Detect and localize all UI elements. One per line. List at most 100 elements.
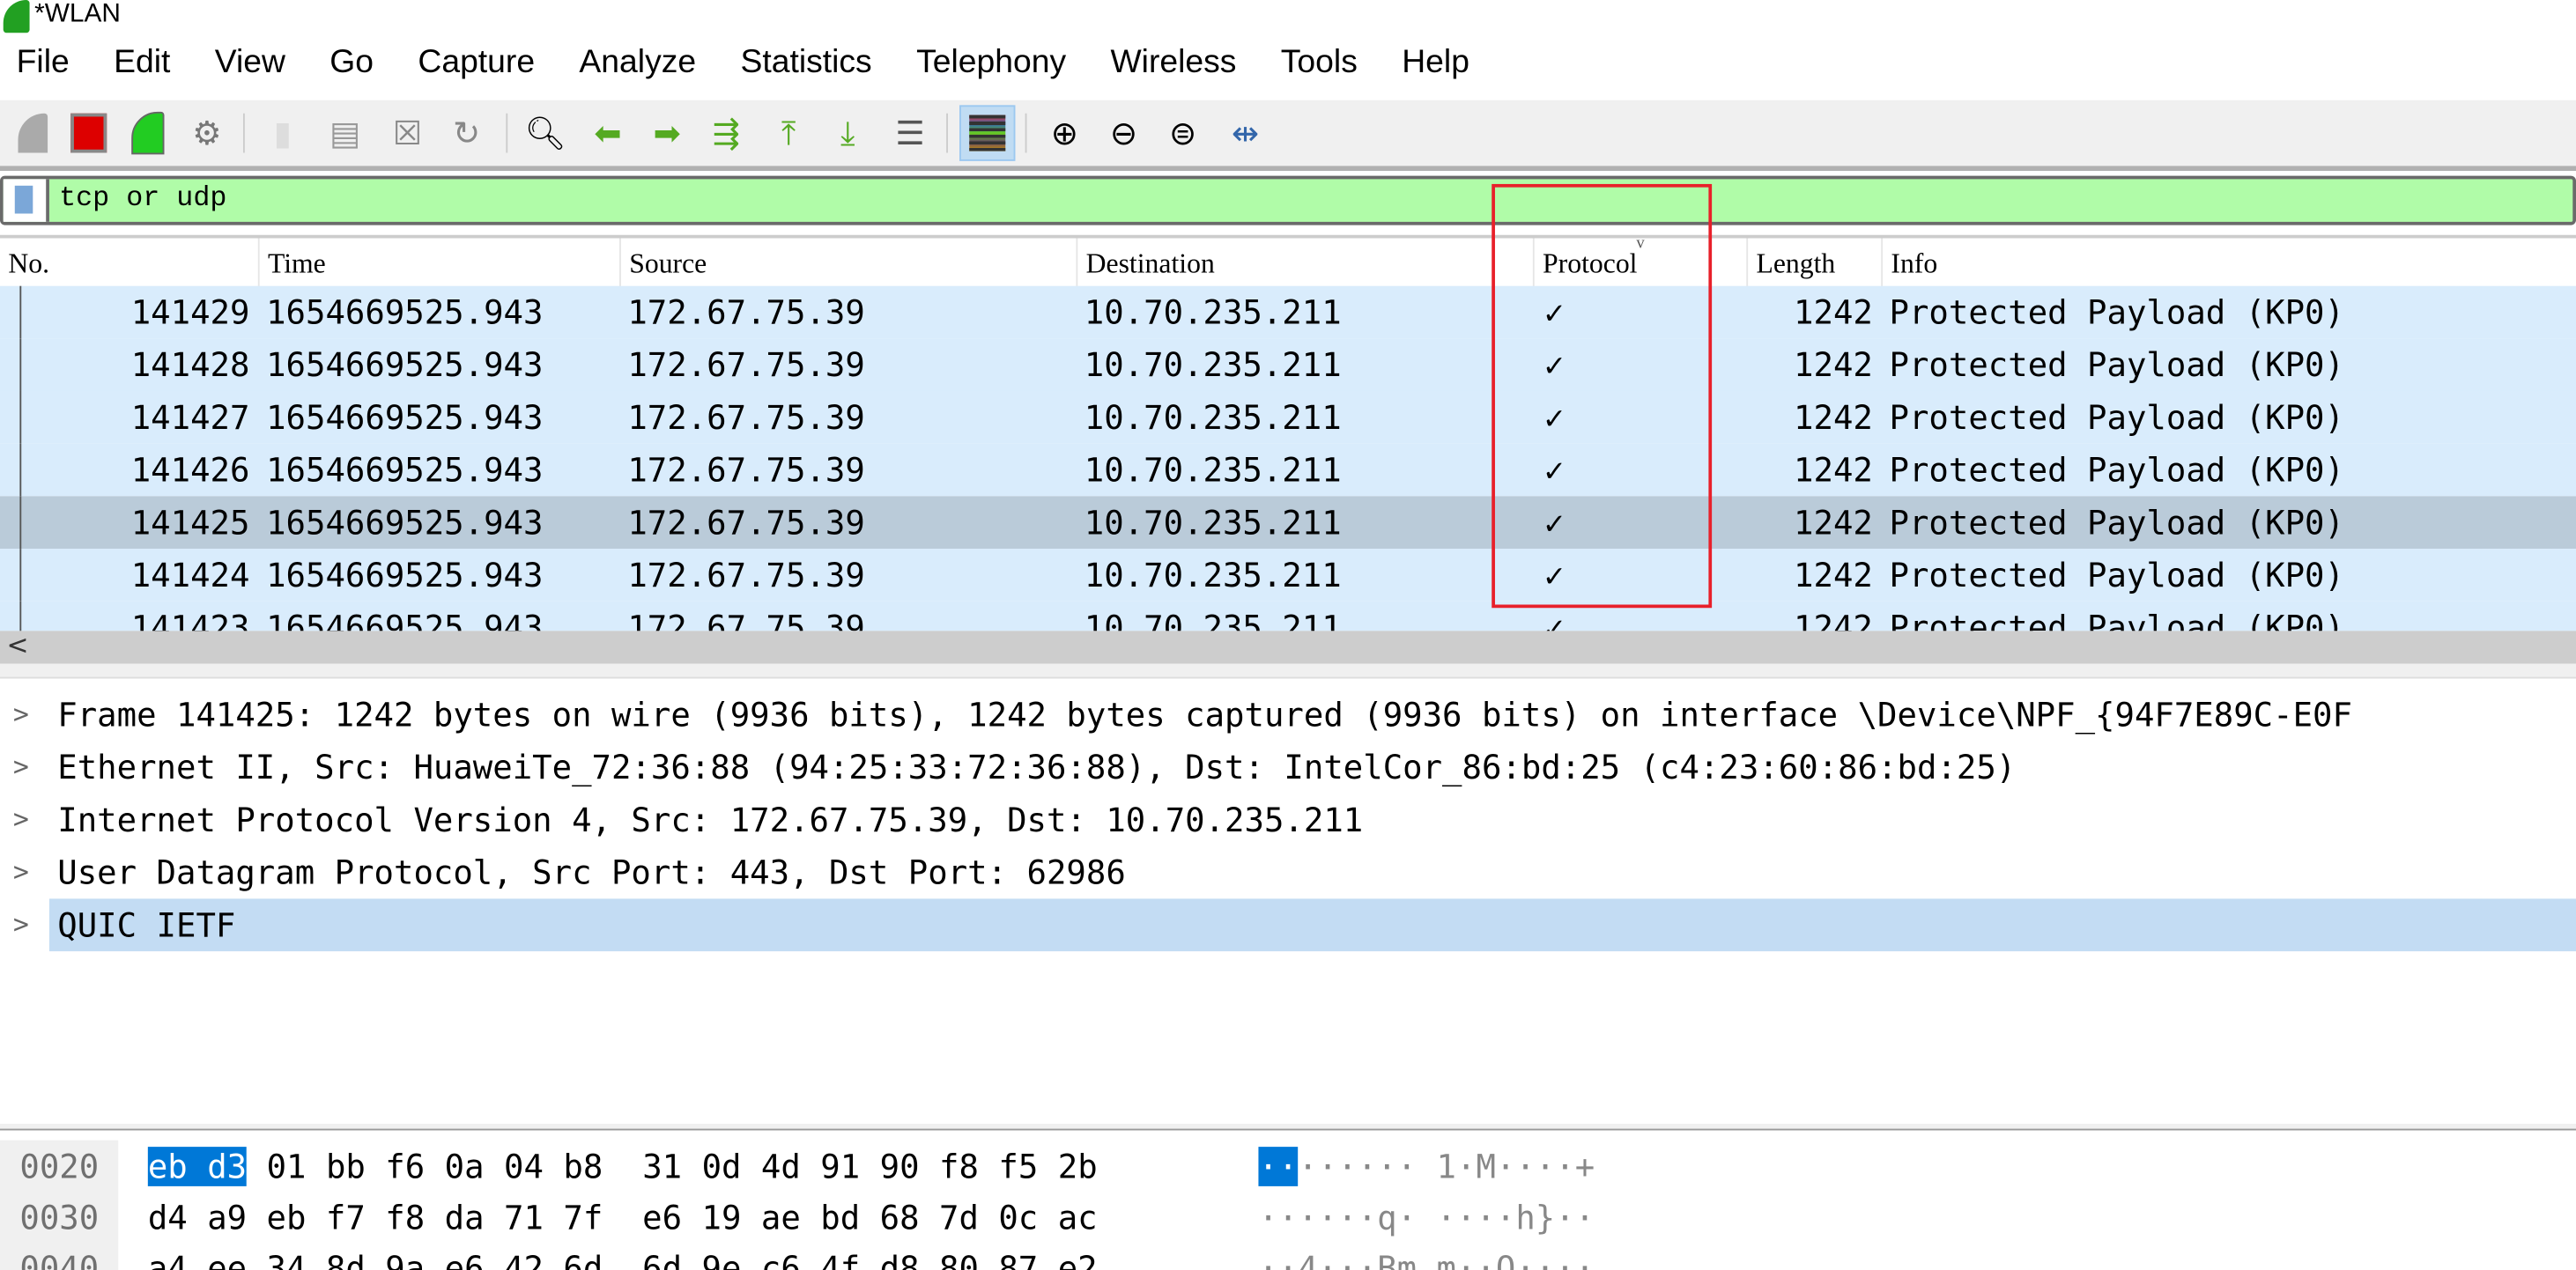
auto-scroll-icon[interactable]: ☰ xyxy=(887,110,933,156)
packet-no: 141423 xyxy=(130,608,250,631)
column-info[interactable]: Info xyxy=(1881,238,2576,290)
packet-length: 1242 xyxy=(1794,292,1873,332)
chevron-right-icon[interactable]: > xyxy=(13,794,29,846)
chevron-right-icon[interactable]: > xyxy=(13,846,29,899)
packet-details-tree: > Frame 141425: 1242 bytes on wire (9936 … xyxy=(0,689,2576,1124)
wireshark-logo-icon xyxy=(3,0,30,33)
menu-telephony[interactable]: Telephony xyxy=(916,44,1066,93)
normal-size-icon[interactable]: ⊜ xyxy=(1160,110,1206,156)
window-title: *WLAN xyxy=(34,0,121,28)
start-capture-icon[interactable] xyxy=(10,110,56,156)
open-file-icon[interactable]: ▮ xyxy=(260,110,306,156)
tree-line xyxy=(19,601,22,631)
column-time[interactable]: Time xyxy=(257,238,619,290)
menu-view[interactable]: View xyxy=(215,44,285,93)
detail-tree-item[interactable]: > Internet Protocol Version 4, Src: 172.6… xyxy=(0,794,2576,846)
packet-row[interactable]: 141423 1654669525.943 172.67.75.39 10.70.23… xyxy=(0,601,2576,631)
packet-no: 141424 xyxy=(130,555,250,595)
packet-row[interactable]: 141424 1654669525.943 172.67.75.39 10.70.23… xyxy=(0,549,2576,602)
menu-go[interactable]: Go xyxy=(329,44,374,93)
packet-row[interactable]: 141425 1654669525.943 172.67.75.39 10.70.23… xyxy=(0,496,2576,550)
hex-bytes-selected[interactable]: eb d3 xyxy=(147,1147,248,1186)
ascii-selected[interactable]: ·· xyxy=(1258,1147,1299,1186)
packet-info: Protected Payload (KP0) xyxy=(1889,344,2344,385)
packet-length: 1242 xyxy=(1794,397,1873,438)
packet-destination: 10.70.235.211 xyxy=(1084,292,1342,332)
menu-edit[interactable]: Edit xyxy=(114,44,170,93)
detail-tree-item[interactable]: > User Datagram Protocol, Src Port: 443, … xyxy=(0,846,2576,899)
colorize-icon[interactable] xyxy=(959,105,1016,161)
display-filter-bar[interactable]: tcp or udp xyxy=(0,175,2576,225)
last-packet-icon[interactable]: ⤓ xyxy=(825,110,870,156)
horizontal-scrollbar[interactable]: < xyxy=(0,629,2576,664)
hex-bytes[interactable]: a4 ee 34 8d 9a e6 42 6d 6d 9e c6 4f d8 8… xyxy=(148,1242,1098,1270)
menu-capture[interactable]: Capture xyxy=(418,44,535,93)
menu-file[interactable]: File xyxy=(17,44,70,93)
save-file-icon[interactable]: ▤ xyxy=(322,110,368,156)
chevron-right-icon[interactable]: > xyxy=(13,898,29,951)
title-bar: *WLAN xyxy=(0,0,2576,36)
menu-wireless[interactable]: Wireless xyxy=(1110,44,1236,93)
go-forward-icon[interactable]: ➡ xyxy=(644,110,690,156)
menu-help[interactable]: Help xyxy=(1402,44,1469,93)
resize-columns-icon[interactable]: ⇹ xyxy=(1222,110,1268,156)
display-filter-input[interactable]: tcp or udp xyxy=(59,184,226,215)
packet-row[interactable]: 141426 1654669525.943 172.67.75.39 10.70.23… xyxy=(0,443,2576,497)
detail-text: Frame 141425: 1242 bytes on wire (9936 b… xyxy=(57,695,2352,735)
packet-destination: 10.70.235.211 xyxy=(1084,344,1342,385)
pane-splitter[interactable] xyxy=(0,663,2576,679)
detail-tree-item[interactable]: > QUIC IETF xyxy=(0,898,2576,952)
hex-bytes[interactable]: eb d3 01 bb f6 0a 04 b8 31 0d 4d 91 90 f… xyxy=(147,1141,1098,1193)
hex-ascii[interactable]: ······q· ····h}·· xyxy=(1258,1191,1595,1244)
zoom-in-icon[interactable]: ⊕ xyxy=(1041,110,1087,156)
find-packet-icon[interactable]: 🔍︎ xyxy=(522,110,568,156)
hex-bytes-text: 01 bb f6 0a 04 b8 31 0d 4d 91 90 f8 f5 2… xyxy=(247,1147,1098,1186)
chevron-right-icon[interactable]: > xyxy=(13,689,29,742)
menu-analyze[interactable]: Analyze xyxy=(579,44,696,93)
menu-tools[interactable]: Tools xyxy=(1281,44,1358,93)
packet-time: 1654669525.943 xyxy=(266,555,544,595)
zoom-out-icon[interactable]: ⊖ xyxy=(1100,110,1146,156)
packet-no: 141426 xyxy=(130,450,250,490)
packet-no: 141425 xyxy=(130,502,250,543)
detail-tree-item[interactable]: > Frame 141425: 1242 bytes on wire (9936 … xyxy=(0,689,2576,742)
packet-row[interactable]: 141429 1654669525.943 172.67.75.39 10.70.23… xyxy=(0,285,2576,339)
hex-offset: 0030 xyxy=(19,1197,100,1237)
stop-capture-icon[interactable] xyxy=(66,110,112,156)
chevron-right-icon[interactable]: > xyxy=(13,741,29,794)
tree-line xyxy=(19,338,22,391)
column-destination[interactable]: Destination xyxy=(1076,238,1532,290)
packet-destination: 10.70.235.211 xyxy=(1084,450,1342,490)
column-length[interactable]: Length xyxy=(1746,238,1881,290)
pane-splitter[interactable] xyxy=(0,1124,2576,1131)
detail-tree-item[interactable]: > Ethernet II, Src: HuaweiTe_72:36:88 (94… xyxy=(0,741,2576,794)
packet-info: Protected Payload (KP0) xyxy=(1889,608,2344,631)
go-back-icon[interactable]: ⬅ xyxy=(585,110,631,156)
hex-ascii[interactable]: ········ 1·M····+ xyxy=(1258,1141,1595,1193)
column-no[interactable]: No. xyxy=(0,238,258,289)
reload-file-icon[interactable]: ↻ xyxy=(443,110,489,156)
packet-time: 1654669525.943 xyxy=(266,608,544,631)
close-file-icon[interactable]: ☒ xyxy=(384,110,430,156)
restart-capture-icon[interactable] xyxy=(125,110,171,156)
hex-row: 0030 d4 a9 eb f7 f8 da 71 7f e6 19 ae bd … xyxy=(0,1191,2576,1240)
hex-bytes[interactable]: d4 a9 eb f7 f8 da 71 7f e6 19 ae bd 68 7… xyxy=(148,1191,1098,1244)
scroll-left-icon[interactable]: < xyxy=(6,629,28,660)
packet-no: 141427 xyxy=(130,397,250,438)
packet-row[interactable]: 141428 1654669525.943 172.67.75.39 10.70.23… xyxy=(0,338,2576,391)
go-to-packet-icon[interactable]: ⇶ xyxy=(703,110,749,156)
packet-source: 172.67.75.39 xyxy=(627,344,865,385)
column-source[interactable]: Source xyxy=(619,238,1076,290)
menu-statistics[interactable]: Statistics xyxy=(740,44,871,93)
bookmark-icon[interactable] xyxy=(3,179,49,222)
packet-row[interactable]: 141427 1654669525.943 172.67.75.39 10.70.23… xyxy=(0,390,2576,444)
capture-options-icon[interactable]: ⚙ xyxy=(184,110,230,156)
packet-info: Protected Payload (KP0) xyxy=(1889,502,2344,543)
hex-offset: 0020 xyxy=(19,1147,100,1186)
packet-time: 1654669525.943 xyxy=(266,450,544,490)
packet-source: 172.67.75.39 xyxy=(627,397,865,438)
first-packet-icon[interactable]: ⤒ xyxy=(766,110,811,156)
hex-ascii[interactable]: ··4···Bm m··O···· xyxy=(1258,1242,1595,1270)
hex-offset: 0040 xyxy=(19,1248,100,1270)
detail-text: QUIC IETF xyxy=(48,898,2576,952)
